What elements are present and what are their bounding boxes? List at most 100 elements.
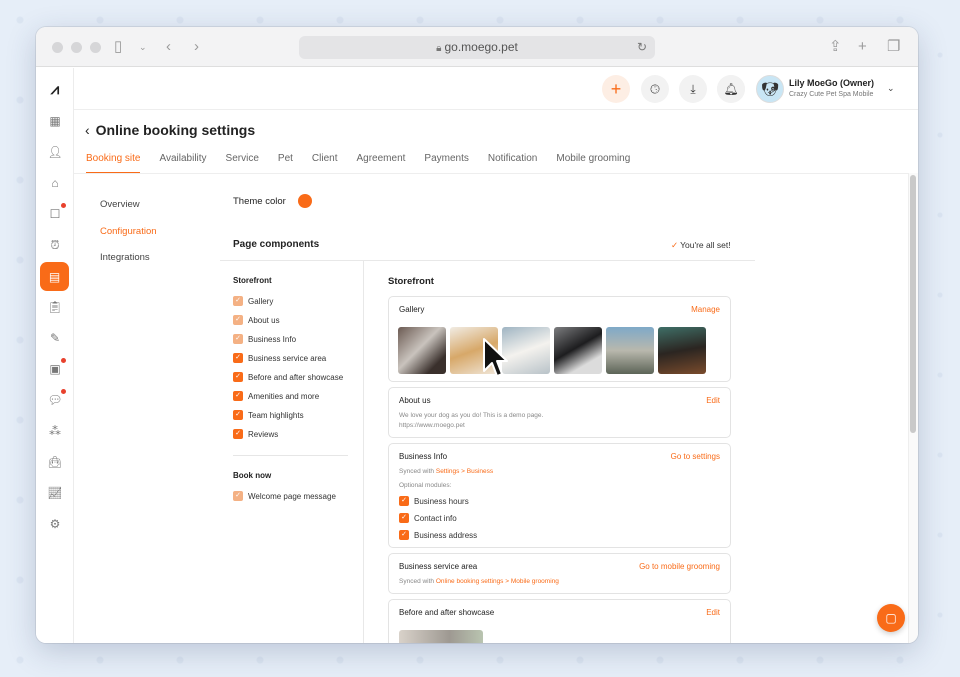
user-name[interactable]: Lily MoeGo (Owner) (789, 78, 874, 88)
checkbox[interactable]: ✓ (233, 353, 243, 363)
subnav-integrations[interactable]: Integrations (100, 252, 157, 279)
add-button[interactable]: + (602, 75, 630, 103)
tab-availability[interactable]: Availability (159, 153, 206, 174)
pen-icon[interactable]: ✎ (42, 325, 68, 351)
payroll-icon[interactable]: ▣ (42, 356, 68, 382)
business-info-synced: Synced with Settings > Business (399, 468, 493, 475)
theme-color-label: Theme color (233, 196, 286, 207)
checkbox[interactable]: ✓ (399, 496, 409, 506)
module-label: Business hours (414, 496, 469, 506)
checklist-label: Welcome page message (248, 491, 336, 501)
checklist-item-team-highlights[interactable]: ✓ Team highlights (233, 410, 304, 420)
tab-notification[interactable]: Notification (488, 153, 537, 174)
gallery-photo-husky[interactable] (554, 327, 602, 374)
tab-payments[interactable]: Payments (424, 153, 468, 174)
setup-status-text: You're all set! (680, 240, 731, 250)
tab-service[interactable]: Service (226, 153, 259, 174)
avatar[interactable]: 🐶︎ (756, 75, 784, 103)
gallery-photo-poodle[interactable] (606, 327, 654, 374)
service-area-title: Business service area (399, 562, 478, 571)
back-chevron-icon[interactable]: ‹ (85, 122, 90, 138)
reload-icon[interactable]: ↻ (637, 36, 647, 59)
gallery-photo-samoyed[interactable] (502, 327, 550, 374)
checkbox[interactable]: ✓ (399, 513, 409, 523)
checklist-item-reviews[interactable]: ✓ Reviews (233, 429, 278, 439)
zoom-window-button[interactable] (90, 42, 101, 53)
share-icon[interactable]: ⇪ (829, 38, 842, 56)
service-area-synced: Synced with Online booking settings > Mo… (399, 578, 559, 585)
showcase-photo[interactable] (399, 630, 483, 643)
page-components-title: Page components (233, 239, 320, 250)
subnav-configuration[interactable]: Configuration (100, 226, 157, 253)
minimize-window-button[interactable] (71, 42, 82, 53)
synced-settings-link[interactable]: Settings > Business (436, 468, 493, 475)
moego-logo-icon[interactable]: ⩘ (42, 76, 68, 102)
gallery-photos (398, 327, 706, 374)
window-controls (52, 42, 101, 53)
bell-icon[interactable]: 🔔︎ (717, 75, 745, 103)
address-bar[interactable]: 🔒︎ go.moego.pet ↻ (299, 36, 655, 59)
gallery-photo-spa-dog[interactable] (658, 327, 706, 374)
download-icon[interactable]: ⤓ (679, 75, 707, 103)
module-contact-info[interactable]: ✓ Contact info (399, 513, 457, 523)
checklist-item-amenities[interactable]: ✓ Amenities and more (233, 391, 319, 401)
chevron-down-icon[interactable]: ⌄ (139, 38, 147, 56)
clock-icon[interactable]: 🕓︎ (641, 75, 669, 103)
checkbox[interactable]: ✓ (399, 530, 409, 540)
manage-gallery-link[interactable]: Manage (691, 305, 720, 314)
store-icon[interactable]: ⌂ (42, 170, 68, 196)
clipboard-icon[interactable]: 📋︎ (42, 294, 68, 320)
forward-arrow-icon[interactable]: › (194, 38, 199, 56)
back-arrow-icon[interactable]: ‹ (166, 38, 171, 56)
settings-tabs: Booking site Availability Service Pet Cl… (86, 153, 649, 174)
reminder-icon[interactable]: ⏰︎ (42, 232, 68, 258)
settings-gear-icon[interactable]: ⚙ (42, 511, 68, 537)
gallery-photo-cat[interactable] (398, 327, 446, 374)
chat-support-button[interactable]: ▢ (877, 604, 905, 632)
theme-color-swatch[interactable] (298, 194, 312, 208)
go-to-settings-link[interactable]: Go to settings (671, 452, 720, 461)
checklist-label: Business Info (248, 334, 297, 344)
network-icon[interactable]: ⁂ (42, 418, 68, 444)
content-scrollbar[interactable] (910, 175, 916, 433)
module-business-hours[interactable]: ✓ Business hours (399, 496, 469, 506)
edit-showcase-link[interactable]: Edit (706, 608, 720, 617)
go-to-mobile-grooming-link[interactable]: Go to mobile grooming (639, 562, 720, 571)
tab-agreement[interactable]: Agreement (357, 153, 406, 174)
online-booking-icon[interactable]: ▤ (40, 262, 69, 291)
subnav-overview[interactable]: Overview (100, 199, 157, 226)
reports-chart-icon[interactable]: 📈︎ (42, 480, 68, 506)
about-us-title: About us (399, 396, 431, 405)
sidebar-toggle-icon[interactable]: ▯ (114, 38, 122, 56)
column-divider (363, 261, 364, 643)
calendar-icon[interactable]: ▦ (42, 108, 68, 134)
checkbox[interactable]: ✓ (233, 429, 243, 439)
messages-icon[interactable]: ☐ (42, 201, 68, 227)
browser-toolbar: ▯ ⌄ ‹ › 🔒︎ go.moego.pet ↻ ⇪ + ❐ (36, 27, 918, 67)
setup-status: ✓ You're all set! (671, 240, 731, 251)
synced-mobile-grooming-link[interactable]: Online booking settings > Mobile groomin… (436, 578, 559, 585)
chevron-down-icon[interactable]: ⌄ (887, 83, 895, 94)
new-tab-icon[interactable]: + (858, 38, 867, 56)
tab-client[interactable]: Client (312, 153, 338, 174)
chat-icon[interactable]: 💬︎ (42, 387, 68, 413)
showcase-card: Before and after showcase Edit (388, 599, 731, 643)
checklist-item-before-after[interactable]: ✓ Before and after showcase (233, 372, 343, 382)
tab-mobile-grooming[interactable]: Mobile grooming (556, 153, 630, 174)
tab-pet[interactable]: Pet (278, 153, 293, 174)
checkbox[interactable]: ✓ (233, 410, 243, 420)
checklist-item-business-service-area[interactable]: ✓ Business service area (233, 353, 326, 363)
checkbox[interactable]: ✓ (233, 391, 243, 401)
close-window-button[interactable] (52, 42, 63, 53)
checklist-label: About us (248, 315, 280, 325)
checkbox[interactable]: ✓ (233, 372, 243, 382)
storefront-title: Storefront (388, 276, 434, 287)
tab-overview-icon[interactable]: ❐ (887, 38, 900, 56)
module-business-address[interactable]: ✓ Business address (399, 530, 477, 540)
gallery-title: Gallery (399, 305, 425, 314)
checklist-item-business-info: ✓ Business Info (233, 334, 296, 344)
edit-about-link[interactable]: Edit (706, 396, 720, 405)
shopping-bag-icon[interactable]: 👜︎ (42, 449, 68, 475)
clients-icon[interactable]: 👤︎ (42, 139, 68, 165)
tab-booking-site[interactable]: Booking site (86, 153, 141, 174)
